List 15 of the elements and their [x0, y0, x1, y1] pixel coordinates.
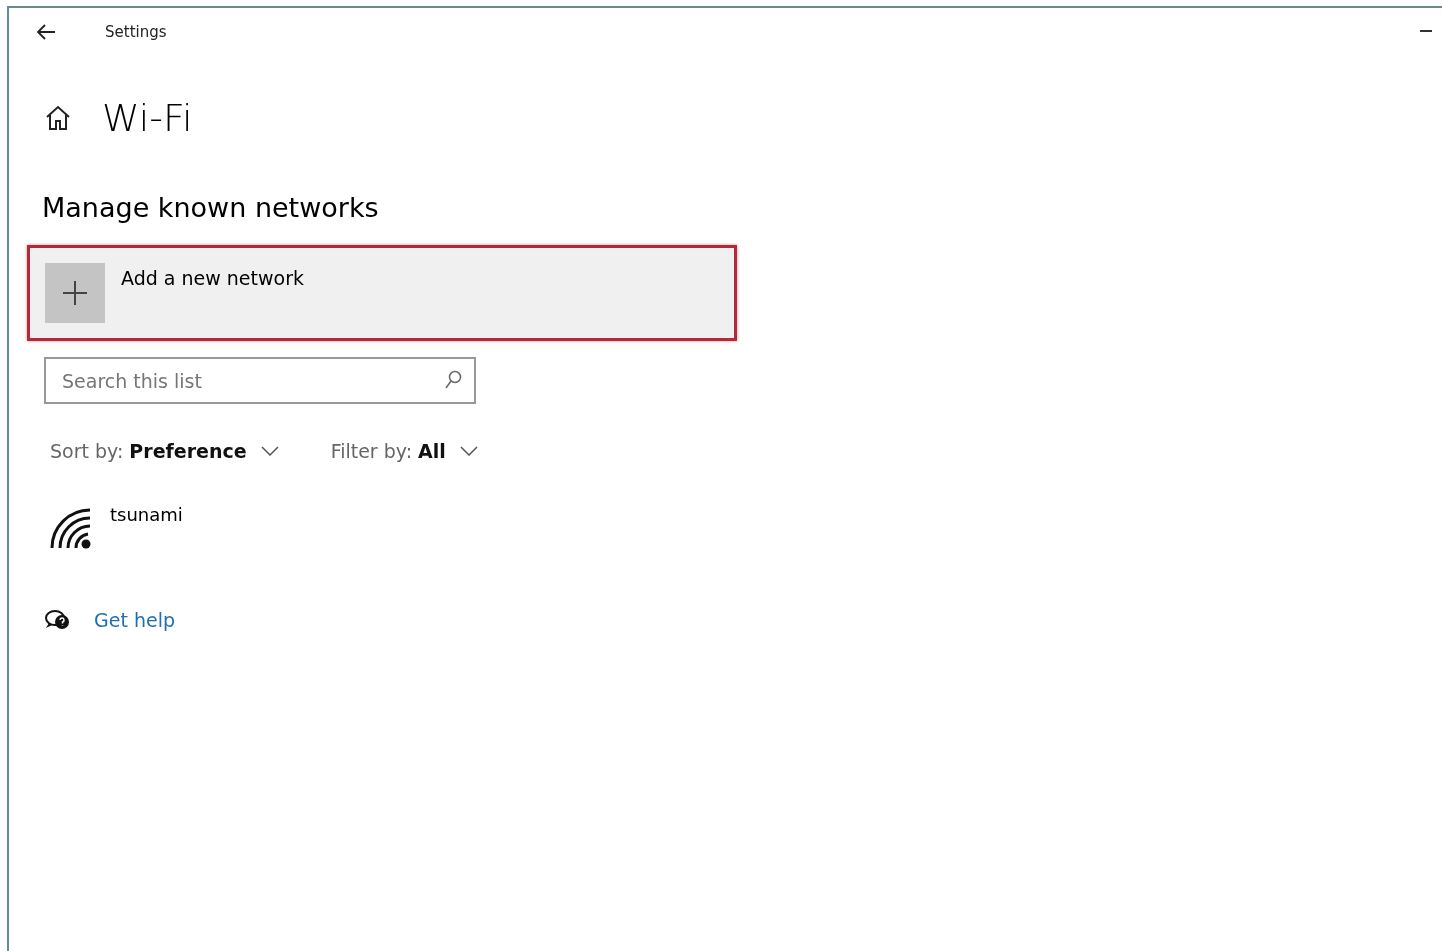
section-heading: Manage known networks — [42, 192, 380, 223]
chevron-down-icon — [459, 446, 478, 456]
search-icon — [444, 370, 462, 390]
home-button[interactable] — [44, 104, 72, 132]
network-name[interactable]: tsunami — [110, 504, 183, 525]
get-help-link[interactable]: Get help — [94, 609, 175, 631]
chevron-down-icon — [260, 446, 279, 456]
help-chat-icon — [44, 608, 72, 632]
plus-icon — [62, 280, 88, 306]
filter-dropdown[interactable]: Filter by: All — [330, 440, 478, 462]
add-network-button[interactable]: Add a new network — [27, 245, 737, 341]
sort-dropdown[interactable]: Sort by: Preference — [50, 440, 279, 462]
page-title: Wi-Fi — [102, 96, 193, 140]
search-field[interactable]: Search this list — [44, 357, 476, 404]
window-title: Settings — [105, 23, 167, 41]
